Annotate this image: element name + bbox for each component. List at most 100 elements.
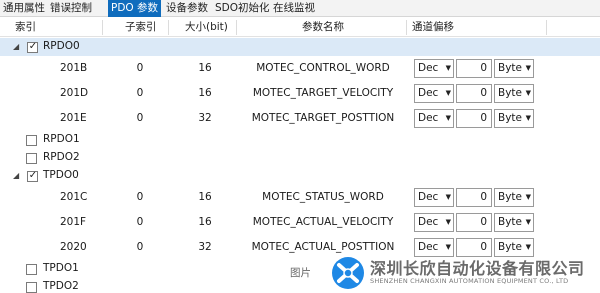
entry-size: 16 bbox=[198, 87, 212, 99]
format-select-value: Dec bbox=[418, 87, 439, 99]
entry-index: 201F bbox=[60, 216, 87, 228]
entry-param-name: MOTEC_ACTUAL_POSTTION bbox=[251, 241, 395, 253]
format-select[interactable]: Dec ▼ bbox=[414, 188, 454, 207]
entry-param-name: MOTEC_TARGET_VELOCITY bbox=[252, 87, 394, 99]
format-select[interactable]: Dec ▼ bbox=[414, 109, 454, 128]
offset-input[interactable]: 0 bbox=[456, 84, 492, 103]
group-checkbox[interactable] bbox=[26, 282, 37, 293]
offset-input-value: 0 bbox=[480, 87, 487, 99]
offset-input[interactable]: 0 bbox=[456, 109, 492, 128]
entry-param-name: MOTEC_CONTROL_WORD bbox=[256, 62, 390, 74]
entry-index: 201D bbox=[60, 87, 89, 99]
offset-input[interactable]: 0 bbox=[456, 59, 492, 78]
column-header-subindex[interactable]: 子索引 bbox=[125, 18, 157, 37]
dropdown-arrow-icon: ▼ bbox=[445, 114, 451, 122]
unit-select[interactable]: Byte ▼ bbox=[494, 188, 534, 207]
format-select-value: Dec bbox=[418, 112, 439, 124]
checkmark-icon: ✓ bbox=[28, 41, 38, 52]
pdo-entry-row[interactable]: 201D 0 16 MOTEC_TARGET_VELOCITY Dec ▼ 0 Byte ▼ bbox=[0, 81, 600, 106]
table-header: 索引 子索引 大小(bit) 参数名称 通道偏移 bbox=[0, 18, 600, 37]
column-divider bbox=[168, 20, 169, 35]
tree-group-row[interactable]: RPDO1 bbox=[0, 131, 600, 149]
entry-param-name: MOTEC_STATUS_WORD bbox=[262, 191, 384, 203]
entry-size: 16 bbox=[198, 216, 212, 228]
tree-group-row[interactable]: ◢ ✓ TPDO0 bbox=[0, 167, 600, 185]
pdo-entry-row[interactable]: 201C 0 16 MOTEC_STATUS_WORD Dec ▼ 0 Byte ▼ bbox=[0, 185, 600, 210]
group-checkbox[interactable]: ✓ bbox=[27, 41, 38, 53]
offset-input-value: 0 bbox=[480, 191, 487, 203]
format-select-value: Dec bbox=[418, 216, 439, 228]
group-label: RPDO1 bbox=[43, 133, 80, 145]
group-label: TPDO0 bbox=[43, 169, 79, 181]
unit-select[interactable]: Byte ▼ bbox=[494, 109, 534, 128]
tab-device-parameters[interactable]: 设备参数 bbox=[166, 0, 208, 17]
entry-index: 2020 bbox=[60, 241, 87, 253]
unit-select-value: Byte bbox=[498, 62, 522, 74]
expand-arrow-icon[interactable]: ◢ bbox=[13, 171, 19, 180]
pdo-entry-row[interactable]: 201F 0 16 MOTEC_ACTUAL_VELOCITY Dec ▼ 0 Byte ▼ bbox=[0, 210, 600, 235]
tab-sdo-init[interactable]: SDO初始化 bbox=[215, 0, 270, 17]
unit-select-value: Byte bbox=[498, 112, 522, 124]
entry-index: 201E bbox=[60, 112, 87, 124]
entry-param-name: MOTEC_TARGET_POSTTION bbox=[251, 112, 395, 124]
entry-size: 16 bbox=[198, 191, 212, 203]
column-header-channel-offset[interactable]: 通道偏移 bbox=[412, 18, 454, 37]
checkmark-icon: ✓ bbox=[28, 170, 38, 181]
column-header-param-name[interactable]: 参数名称 bbox=[302, 18, 344, 37]
expand-arrow-icon[interactable]: ◢ bbox=[13, 42, 19, 51]
offset-input[interactable]: 0 bbox=[456, 213, 492, 232]
format-select-value: Dec bbox=[418, 62, 439, 74]
column-divider bbox=[546, 20, 547, 35]
entry-subindex: 0 bbox=[136, 62, 144, 74]
dropdown-arrow-icon: ▼ bbox=[525, 89, 531, 97]
entry-subindex: 0 bbox=[136, 216, 144, 228]
unit-select-value: Byte bbox=[498, 191, 522, 203]
dropdown-arrow-icon: ▼ bbox=[445, 64, 451, 72]
entry-subindex: 0 bbox=[136, 191, 144, 203]
tab-online-monitor[interactable]: 在线监视 bbox=[273, 0, 315, 17]
entry-subindex: 0 bbox=[136, 87, 144, 99]
format-select[interactable]: Dec ▼ bbox=[414, 84, 454, 103]
dropdown-arrow-icon: ▼ bbox=[445, 89, 451, 97]
tree-group-row[interactable]: ◢ ✓ RPDO0 bbox=[0, 38, 600, 56]
tab-pdo-parameters[interactable]: PDO 参数 bbox=[108, 0, 162, 17]
entry-size: 32 bbox=[198, 112, 212, 124]
offset-input-value: 0 bbox=[480, 62, 487, 74]
column-divider bbox=[102, 20, 103, 35]
group-checkbox[interactable] bbox=[26, 264, 37, 275]
pdo-entry-row[interactable]: 201E 0 32 MOTEC_TARGET_POSTTION Dec ▼ 0 Byte ▼ bbox=[0, 106, 600, 131]
company-logo-icon bbox=[332, 257, 364, 289]
entry-index: 201B bbox=[60, 62, 88, 74]
unit-select[interactable]: Byte ▼ bbox=[494, 59, 534, 78]
dropdown-arrow-icon: ▼ bbox=[525, 218, 531, 226]
column-header-index[interactable]: 索引 bbox=[15, 18, 36, 37]
column-header-size[interactable]: 大小(bit) bbox=[185, 18, 228, 37]
tab-general-properties[interactable]: 通用属性 bbox=[3, 0, 45, 17]
offset-input-value: 0 bbox=[480, 216, 487, 228]
offset-input[interactable]: 0 bbox=[456, 188, 492, 207]
pdo-entry-row[interactable]: 201B 0 16 MOTEC_CONTROL_WORD Dec ▼ 0 Byte ▼ bbox=[0, 56, 600, 81]
company-watermark: 图片 深圳长欣自动化设备有限公司 SHENZHEN CHANGXIN AUTOM… bbox=[290, 253, 600, 293]
offset-input-value: 0 bbox=[480, 112, 487, 124]
unit-select-value: Byte bbox=[498, 216, 522, 228]
entry-subindex: 0 bbox=[136, 241, 144, 253]
entry-size: 32 bbox=[198, 241, 212, 253]
format-select[interactable]: Dec ▼ bbox=[414, 59, 454, 78]
group-label: TPDO1 bbox=[43, 262, 79, 274]
dropdown-arrow-icon: ▼ bbox=[445, 218, 451, 226]
tree-group-row[interactable]: RPDO2 bbox=[0, 149, 600, 167]
entry-subindex: 0 bbox=[136, 112, 144, 124]
format-select[interactable]: Dec ▼ bbox=[414, 213, 454, 232]
company-name-cn: 深圳长欣自动化设备有限公司 bbox=[370, 259, 585, 278]
group-checkbox[interactable]: ✓ bbox=[27, 170, 38, 182]
group-label: RPDO2 bbox=[43, 151, 80, 163]
group-label: TPDO2 bbox=[43, 280, 79, 292]
group-checkbox[interactable] bbox=[26, 153, 37, 164]
entry-size: 16 bbox=[198, 62, 212, 74]
entry-index: 201C bbox=[60, 191, 88, 203]
group-checkbox[interactable] bbox=[26, 135, 37, 146]
tab-error-control[interactable]: 错误控制 bbox=[50, 0, 92, 17]
unit-select[interactable]: Byte ▼ bbox=[494, 84, 534, 103]
unit-select[interactable]: Byte ▼ bbox=[494, 213, 534, 232]
unit-select-value: Byte bbox=[498, 87, 522, 99]
